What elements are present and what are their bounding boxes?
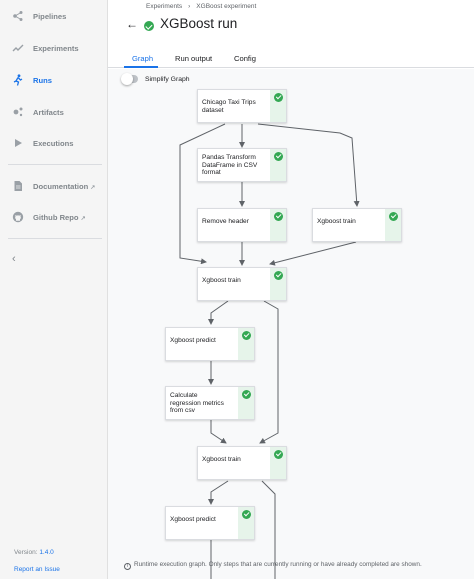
node-label: Xgboost predict	[170, 337, 216, 344]
info-icon: i	[124, 563, 131, 570]
pipelines-icon	[13, 11, 23, 21]
node-label-line: Calculate	[170, 392, 198, 399]
node-label-line: regression metrics	[170, 399, 224, 407]
graph-canvas[interactable]	[108, 69, 474, 579]
success-check-icon	[242, 390, 251, 399]
graph-node-xgboost-predict-2[interactable]: Xgboost predict	[165, 506, 255, 540]
breadcrumb-separator: ›	[188, 3, 191, 10]
node-label: Pandas Transform DataFrame in CSV format	[202, 154, 257, 177]
sidebar-item-runs[interactable]: Runs	[0, 68, 108, 94]
executions-icon	[15, 139, 22, 147]
active-tab-indicator	[124, 66, 158, 68]
sidebar: Pipelines Experiments Runs Artifacts Exe…	[0, 0, 108, 579]
sidebar-divider	[8, 238, 102, 239]
node-label-line: from csv	[170, 407, 195, 415]
node-label-line: Chicago Taxi Trips	[202, 99, 256, 106]
success-check-icon	[274, 152, 283, 161]
node-label: Chicago Taxi Trips dataset	[202, 99, 256, 114]
graph-node-xgboost-train-3[interactable]: Xgboost train	[197, 446, 287, 480]
sidebar-divider	[8, 164, 102, 165]
sidebar-item-label: Executions	[33, 139, 74, 148]
sidebar-item-label: Runs	[33, 76, 52, 85]
node-label: Remove header	[202, 218, 249, 225]
tab-config[interactable]: Config	[234, 54, 256, 63]
node-label: Calculate regression metrics from csv	[170, 392, 224, 415]
sidebar-item-label: Pipelines	[33, 12, 67, 21]
tab-bar: Graph Run output Config	[108, 48, 474, 68]
success-check-icon	[274, 93, 283, 102]
sidebar-link-label: Documentation ↗	[33, 182, 95, 191]
page-title: XGBoost run	[160, 16, 238, 31]
success-check-icon	[144, 21, 154, 31]
node-label: Xgboost predict	[170, 516, 216, 523]
github-label: Github Repo	[33, 213, 79, 222]
github-icon	[12, 211, 24, 223]
graph-footnote: i Runtime execution graph. Only steps tha…	[124, 561, 422, 570]
graph-node-xgboost-train-2[interactable]: Xgboost train	[197, 267, 287, 301]
sidebar-item-label: Experiments	[33, 44, 79, 53]
back-arrow-icon[interactable]: ←	[126, 17, 138, 31]
version-link[interactable]: 1.4.0	[39, 549, 53, 556]
artifacts-icon	[13, 107, 23, 117]
graph-node-chicago-taxi-trips[interactable]: Chicago Taxi Trips dataset	[197, 89, 287, 123]
runs-icon	[13, 74, 23, 86]
external-link-icon: ↗	[90, 185, 96, 191]
breadcrumb-experiment[interactable]: XGBoost experiment	[196, 3, 256, 10]
sidebar-item-artifacts[interactable]: Artifacts	[0, 100, 108, 126]
graph-node-xgboost-train-1[interactable]: Xgboost train	[312, 208, 402, 242]
node-label-line: Pandas Transform	[202, 154, 256, 161]
graph-node-xgboost-predict-1[interactable]: Xgboost predict	[165, 327, 255, 361]
breadcrumb-experiments[interactable]: Experiments	[146, 3, 182, 10]
simplify-graph-label: Simplify Graph	[145, 76, 190, 83]
success-check-icon	[242, 510, 251, 519]
documentation-label: Documentation	[33, 182, 89, 191]
footnote-text: Runtime execution graph. Only steps that…	[134, 561, 422, 568]
success-check-icon	[389, 212, 398, 221]
node-label-line: dataset	[202, 106, 224, 114]
sidebar-item-executions[interactable]: Executions	[0, 131, 108, 157]
node-label: Xgboost train	[202, 456, 241, 463]
sidebar-item-label: Artifacts	[33, 108, 64, 117]
node-label-line: format	[202, 169, 221, 177]
toggle-knob	[121, 73, 133, 85]
success-check-icon	[242, 331, 251, 340]
graph-node-calculate-regression-metrics[interactable]: Calculate regression metrics from csv	[165, 386, 255, 420]
external-link-icon: ↗	[80, 216, 86, 222]
sidebar-item-pipelines[interactable]: Pipelines	[0, 4, 108, 30]
success-check-icon	[274, 450, 283, 459]
sidebar-link-label: Github Repo ↗	[33, 213, 86, 222]
sidebar-item-experiments[interactable]: Experiments	[0, 36, 108, 62]
tab-run-output[interactable]: Run output	[175, 54, 212, 63]
node-label: Xgboost train	[317, 218, 356, 225]
node-label: Xgboost train	[202, 277, 241, 284]
version-label: Version:	[14, 549, 38, 556]
sidebar-link-github[interactable]: Github Repo ↗	[0, 205, 108, 231]
node-label-line: DataFrame in CSV	[202, 161, 258, 169]
sidebar-link-documentation[interactable]: Documentation ↗	[0, 174, 108, 200]
simplify-graph-toggle[interactable]	[121, 73, 138, 85]
breadcrumb: Experiments › XGBoost experiment	[146, 3, 256, 10]
documentation-icon	[14, 181, 22, 191]
experiments-icon	[12, 44, 24, 52]
graph-node-remove-header[interactable]: Remove header	[197, 208, 287, 242]
graph-node-pandas-transform[interactable]: Pandas Transform DataFrame in CSV format	[197, 148, 287, 182]
success-check-icon	[274, 212, 283, 221]
success-check-icon	[274, 271, 283, 280]
tab-graph[interactable]: Graph	[132, 54, 153, 63]
chevron-left-icon[interactable]: ‹	[12, 253, 16, 265]
report-issue-link[interactable]: Report an Issue	[14, 566, 60, 573]
version-info: Version: 1.4.0	[14, 549, 54, 556]
